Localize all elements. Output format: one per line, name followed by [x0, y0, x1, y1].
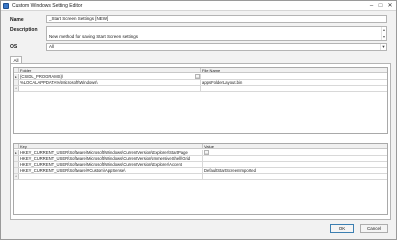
name-field[interactable]: _Start Screen Settings [NEW] [46, 15, 387, 23]
column-header-file-name[interactable]: File Name [201, 68, 387, 73]
column-header-folder[interactable]: Folder [19, 68, 201, 73]
close-icon[interactable]: ✕ [385, 2, 395, 10]
registry-grid: Key Value ▸ HKEY_CURRENT_USER\Software\M… [13, 143, 388, 215]
cancel-button[interactable]: Cancel [360, 224, 388, 233]
value-cell[interactable] [203, 162, 387, 167]
folder-cell[interactable]: {CSIDL_PROGRAMS}\ [19, 74, 201, 79]
column-header-value[interactable]: Value [203, 144, 387, 149]
file-name-cell[interactable]: appsFolderLayout.bin [201, 80, 387, 85]
description-label: Description [10, 27, 38, 33]
key-cell[interactable]: HKEY_CURRENT_USER\Software\Microsoft\Win… [19, 150, 203, 155]
browse-button[interactable]: ... [204, 150, 209, 155]
key-cell[interactable]: HKEY_CURRENT_USER\Software\Microsoft\Win… [19, 162, 203, 167]
minimize-icon[interactable]: – [367, 2, 376, 10]
chevron-down-icon[interactable]: ▼ [380, 44, 386, 50]
folder-cell[interactable]: %LOCALAPPDATA%\Microsoft\Windows\ [19, 80, 201, 85]
registry-grid-header: Key Value [14, 144, 387, 149]
folders-grid: Folder File Name ▸ {CSIDL_PROGRAMS}\ ...… [13, 67, 388, 134]
os-selected-value: All [49, 44, 55, 49]
scroll-up-icon[interactable]: ▲ [382, 28, 386, 32]
os-label: OS [10, 44, 18, 50]
value-cell[interactable]: DefaultStartScreenImported [203, 168, 387, 173]
editor-window: Custom Windows Setting Editor – □ ✕ Name… [0, 0, 397, 240]
settings-window-icon [3, 3, 9, 9]
value-cell[interactable] [203, 156, 387, 161]
value-cell[interactable] [210, 150, 387, 155]
maximize-icon[interactable]: □ [376, 2, 385, 10]
file-name-cell[interactable] [201, 74, 387, 79]
key-cell[interactable]: HKEY_CURRENT_USER\Software\#Custom\AppSe… [19, 168, 203, 173]
ok-button[interactable]: OK [330, 224, 354, 233]
tab-panel-all: Folder File Name ▸ {CSIDL_PROGRAMS}\ ...… [10, 63, 391, 220]
scroll-down-icon[interactable]: ▼ [382, 35, 386, 39]
title-bar: Custom Windows Setting Editor – □ ✕ [1, 1, 396, 11]
table-row-new[interactable]: * [14, 86, 387, 92]
description-text: New method for saving Start Screen setti… [49, 34, 139, 39]
os-select[interactable]: All ▼ [46, 43, 387, 51]
window-title: Custom Windows Setting Editor [12, 3, 83, 9]
key-cell[interactable]: HKEY_CURRENT_USER\Software\Microsoft\Win… [19, 156, 203, 161]
column-header-key[interactable]: Key [19, 144, 203, 149]
key-cell[interactable] [19, 174, 203, 179]
description-scrollbar[interactable]: ▲ ▼ [381, 27, 386, 40]
folder-cell[interactable] [19, 86, 201, 91]
name-label: Name [10, 17, 24, 23]
folders-grid-header: Folder File Name [14, 68, 387, 73]
description-field[interactable]: New method for saving Start Screen setti… [46, 26, 387, 41]
table-row-new[interactable]: * [14, 174, 387, 180]
value-cell[interactable] [203, 174, 387, 179]
file-name-cell[interactable] [201, 86, 387, 91]
browse-button[interactable]: ... [195, 74, 200, 79]
